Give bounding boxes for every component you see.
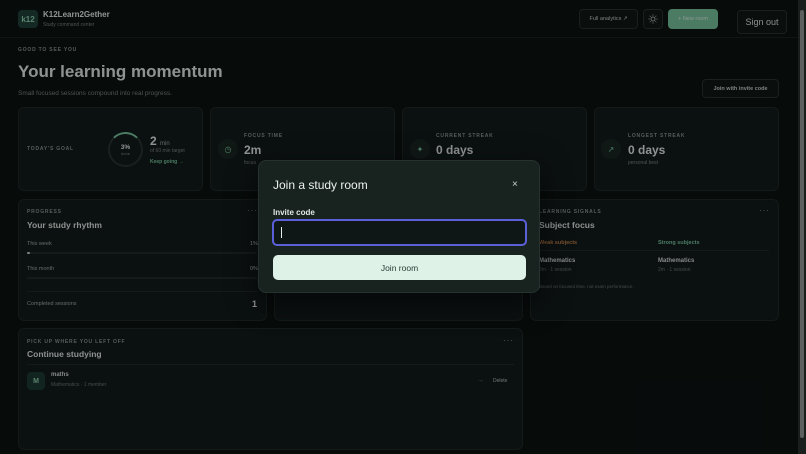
invite-code-label: Invite code — [273, 208, 315, 217]
dialog-title: Join a study room — [273, 178, 368, 192]
close-icon[interactable]: × — [512, 179, 518, 190]
text-caret — [281, 227, 282, 238]
scrollbar-thumb[interactable] — [800, 10, 804, 438]
dashboard: k12 K12Learn2Gether Study command center… — [0, 0, 806, 454]
invite-code-input[interactable] — [272, 219, 527, 246]
join-room-dialog: Join a study room × Invite code Join roo… — [258, 160, 540, 293]
join-room-button[interactable]: Join room — [273, 255, 526, 280]
